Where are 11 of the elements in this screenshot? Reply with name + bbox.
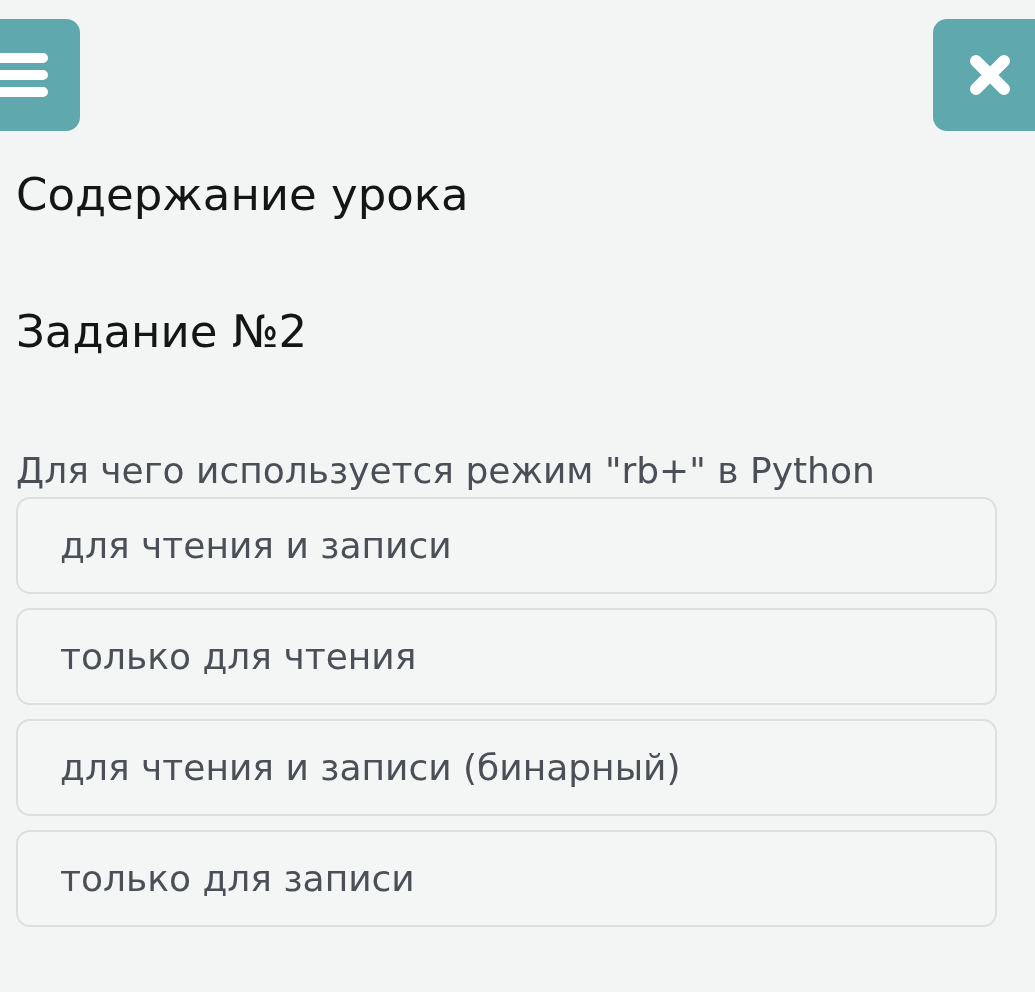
lesson-content-title: Содержание урока: [16, 167, 470, 223]
menu-icon: [0, 53, 48, 97]
close-icon: [969, 54, 1011, 96]
close-button[interactable]: [933, 19, 1035, 131]
menu-button[interactable]: [0, 19, 80, 131]
answer-option[interactable]: только для записи: [16, 830, 997, 927]
question-text: Для чего используется режим "rb+" в Python: [16, 449, 876, 493]
answer-option[interactable]: только для чтения: [16, 608, 997, 705]
answer-option[interactable]: для чтения и записи: [16, 497, 997, 594]
task-heading: Задание №2: [16, 304, 309, 360]
answer-option[interactable]: для чтения и записи (бинарный): [16, 719, 997, 816]
